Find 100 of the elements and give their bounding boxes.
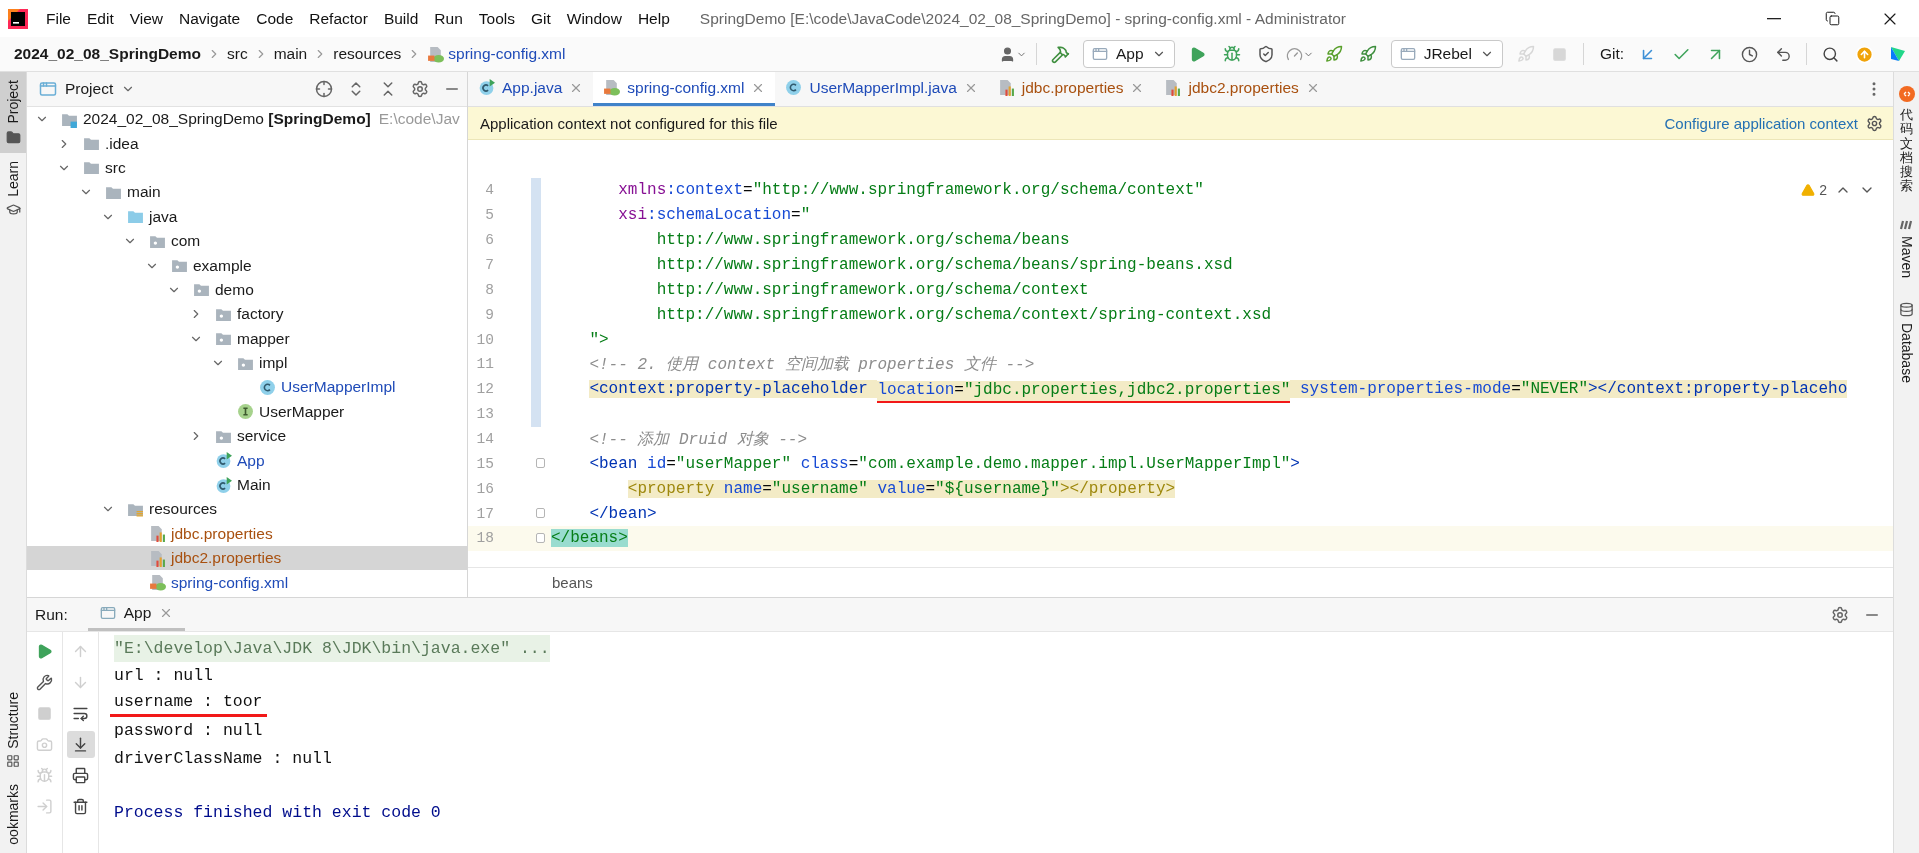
menu-item[interactable]: File [38,4,79,33]
tree-item[interactable]: java [27,204,467,229]
tool-window-tab[interactable]: Structure [0,683,26,777]
tree-item[interactable]: factory [27,302,467,327]
tool-window-tab[interactable]: ookmarks [0,776,26,853]
settings-icon[interactable] [1831,605,1849,624]
minimize-icon [1767,17,1781,20]
window-icon [39,80,57,98]
menu-item[interactable]: Navigate [171,4,249,33]
tool-window-tab[interactable]: Database [1898,322,1915,383]
run-label: Run: [35,604,68,625]
menu-item[interactable]: Tools [470,4,523,33]
code-text: <context:property-placeholder location="jdbc.properties,jdbc2.properties" system-properties-mode="NEVER"></context:property-placeho [551,378,1848,401]
line-number: 9 [484,306,494,323]
menu-item[interactable]: View [121,4,172,33]
tree-item[interactable]: src [27,155,467,181]
code-text: http://www.springframework.org/schema/beans/spring-beans.xsd [655,255,1233,276]
menu-item[interactable]: Refactor [301,4,376,33]
package-icon [215,330,232,348]
rocket-icon [1358,45,1377,63]
printer-icon [72,767,89,784]
play-icon [1189,45,1207,63]
breadcrumb[interactable]: beans [552,574,593,591]
console-line: username : toor [110,689,267,718]
project-path: E:\code\Jav [378,110,460,129]
banner-message: Application context not configured for this file [480,114,778,132]
editor-tab[interactable]: App.java [468,72,594,106]
editor-tab[interactable]: UserMapperImpl.java [775,72,988,106]
tree-item[interactable]: service [27,424,467,449]
line-number: 15 [475,455,494,472]
menu-item[interactable]: Help [629,4,678,33]
code-text: </beans> [551,528,628,550]
bug-icon [36,767,53,784]
line-number: 4 [484,182,494,199]
tree-item[interactable]: main [27,180,467,205]
tree-item[interactable]: Main [27,472,467,498]
tree-item[interactable]: resources [27,497,467,522]
warnings-indicator[interactable]: 2 [1801,182,1827,198]
code-text: xmlns:context="http://www.springframework.org/schema/context" [617,180,1204,202]
breadcrumb[interactable]: src [226,45,248,63]
menu-item[interactable]: Code [248,4,302,33]
menu-item[interactable]: Edit [79,4,122,33]
editor-tab[interactable]: spring-config.xml [593,72,776,106]
tree-item[interactable]: com [27,228,467,254]
graduation-cap-icon [5,202,21,218]
menu-item[interactable]: Build [375,4,427,33]
scroll-to-end-button[interactable] [66,731,95,758]
console-line: driverClassName : null [114,747,332,770]
tool-window-tab[interactable]: Project [0,72,26,153]
editor-tab[interactable]: jdbc2.properties [1154,72,1330,106]
structure-icon [6,754,20,769]
runnable-class-icon [478,79,495,96]
configuration-dropdown[interactable]: App [1083,40,1175,68]
folder-icon [83,159,100,177]
folder-icon [5,129,21,145]
breadcrumb[interactable]: spring-config.xml [427,45,566,63]
tree-item[interactable]: App [27,448,467,473]
configuration-dropdown[interactable]: JRebel [1390,40,1503,68]
locate-icon[interactable] [315,80,333,98]
fold-marker-icon[interactable] [536,533,545,544]
tree-item[interactable]: spring-config.xml [27,570,467,595]
tool-window-tab[interactable]: 代码文档搜索 [1900,108,1913,194]
tree-item[interactable]: .idea [27,131,467,156]
menu-item[interactable]: Git [522,4,559,33]
xml-file-icon [603,79,621,96]
update-icon [1854,44,1874,64]
tree-item[interactable]: jdbc2.properties [27,546,467,571]
editor-tab[interactable]: jdbc.properties [987,72,1155,106]
menu-item[interactable]: Run [426,4,471,33]
menu-item[interactable]: Window [558,4,630,33]
breadcrumb[interactable]: main [273,45,308,63]
code-text: xsi:schemaLocation=" [617,205,811,227]
properties-file-icon [149,525,166,543]
tree-item[interactable]: jdbc.properties [27,521,467,547]
configure-link[interactable]: Configure application context [1664,114,1858,132]
play-icon [36,643,53,660]
fold-marker-icon[interactable] [536,458,545,469]
tree-item[interactable]: impl [27,350,467,376]
window-icon [1399,46,1416,62]
breadcrumb[interactable]: resources [333,45,402,63]
tree-item[interactable]: UserMapper [27,399,467,425]
tree-item[interactable]: mapper [27,326,467,351]
breadcrumb[interactable]: 2024_02_08_SpringDemo [14,45,201,63]
search-icon [1821,45,1839,63]
line-number: 8 [484,281,494,298]
run-tab[interactable]: App [87,598,186,631]
tree-item[interactable]: example [27,253,467,278]
line-number: 7 [484,257,494,273]
settings-icon[interactable] [1866,114,1883,132]
line-number: 13 [475,406,494,423]
wrench-icon [36,674,53,691]
project-view-dropdown[interactable]: Project [39,80,136,98]
fold-marker-icon[interactable] [536,508,545,519]
tree-item[interactable]: demo [27,277,467,303]
folder-icon [127,208,144,226]
tool-window-tab[interactable]: Maven [1898,235,1915,278]
tree-item[interactable]: 2024_02_08_SpringDemo [SpringDemo] E:\code\Jav [27,107,467,132]
tool-window-tab[interactable]: Learn [0,152,26,226]
tree-item[interactable]: UserMapperImpl [27,375,467,400]
settings-icon[interactable] [411,80,429,98]
